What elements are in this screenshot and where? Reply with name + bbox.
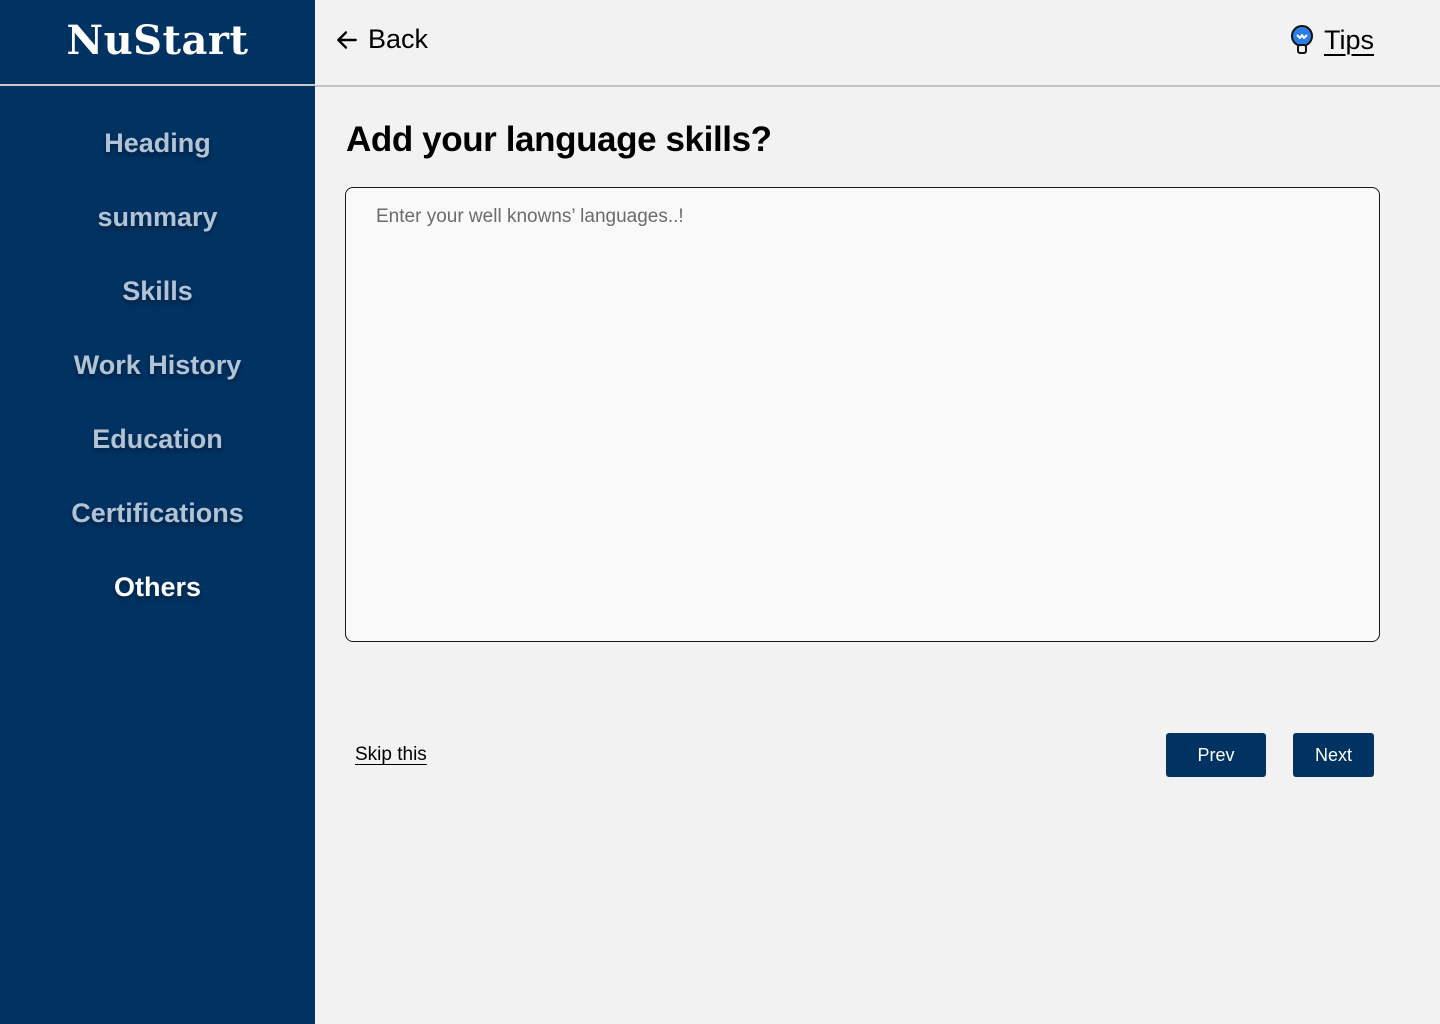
prev-button[interactable]: Prev bbox=[1166, 733, 1266, 777]
language-skills-input[interactable] bbox=[345, 187, 1380, 642]
back-label: Back bbox=[368, 24, 429, 54]
top-bar: Back Tips bbox=[315, 0, 1440, 87]
sidebar: NuStart Heading summary Skills Work Hist… bbox=[0, 0, 315, 1024]
brand-header: NuStart bbox=[0, 0, 315, 86]
sidebar-item-work-history[interactable]: Work History bbox=[0, 328, 315, 402]
back-button[interactable]: Back bbox=[334, 24, 428, 55]
sidebar-item-others[interactable]: Others bbox=[0, 550, 315, 624]
tips-label: Tips bbox=[1323, 24, 1374, 55]
sidebar-item-certifications[interactable]: Certifications bbox=[0, 476, 315, 550]
sidebar-item-summary[interactable]: summary bbox=[0, 180, 315, 254]
arrow-left-icon bbox=[337, 30, 357, 49]
sidebar-item-education[interactable]: Education bbox=[0, 402, 315, 476]
sidebar-item-skills[interactable]: Skills bbox=[0, 254, 315, 328]
page-title: Add your language skills? bbox=[346, 120, 772, 159]
tips-link[interactable]: Tips bbox=[1288, 24, 1374, 56]
sidebar-nav: Heading summary Skills Work History Educ… bbox=[0, 106, 315, 624]
sidebar-item-heading[interactable]: Heading bbox=[0, 106, 315, 180]
next-button[interactable]: Next bbox=[1293, 733, 1374, 777]
skip-link[interactable]: Skip this bbox=[355, 744, 427, 766]
brand-logo[interactable]: NuStart bbox=[67, 17, 249, 64]
lightbulb-icon bbox=[1290, 25, 1313, 54]
